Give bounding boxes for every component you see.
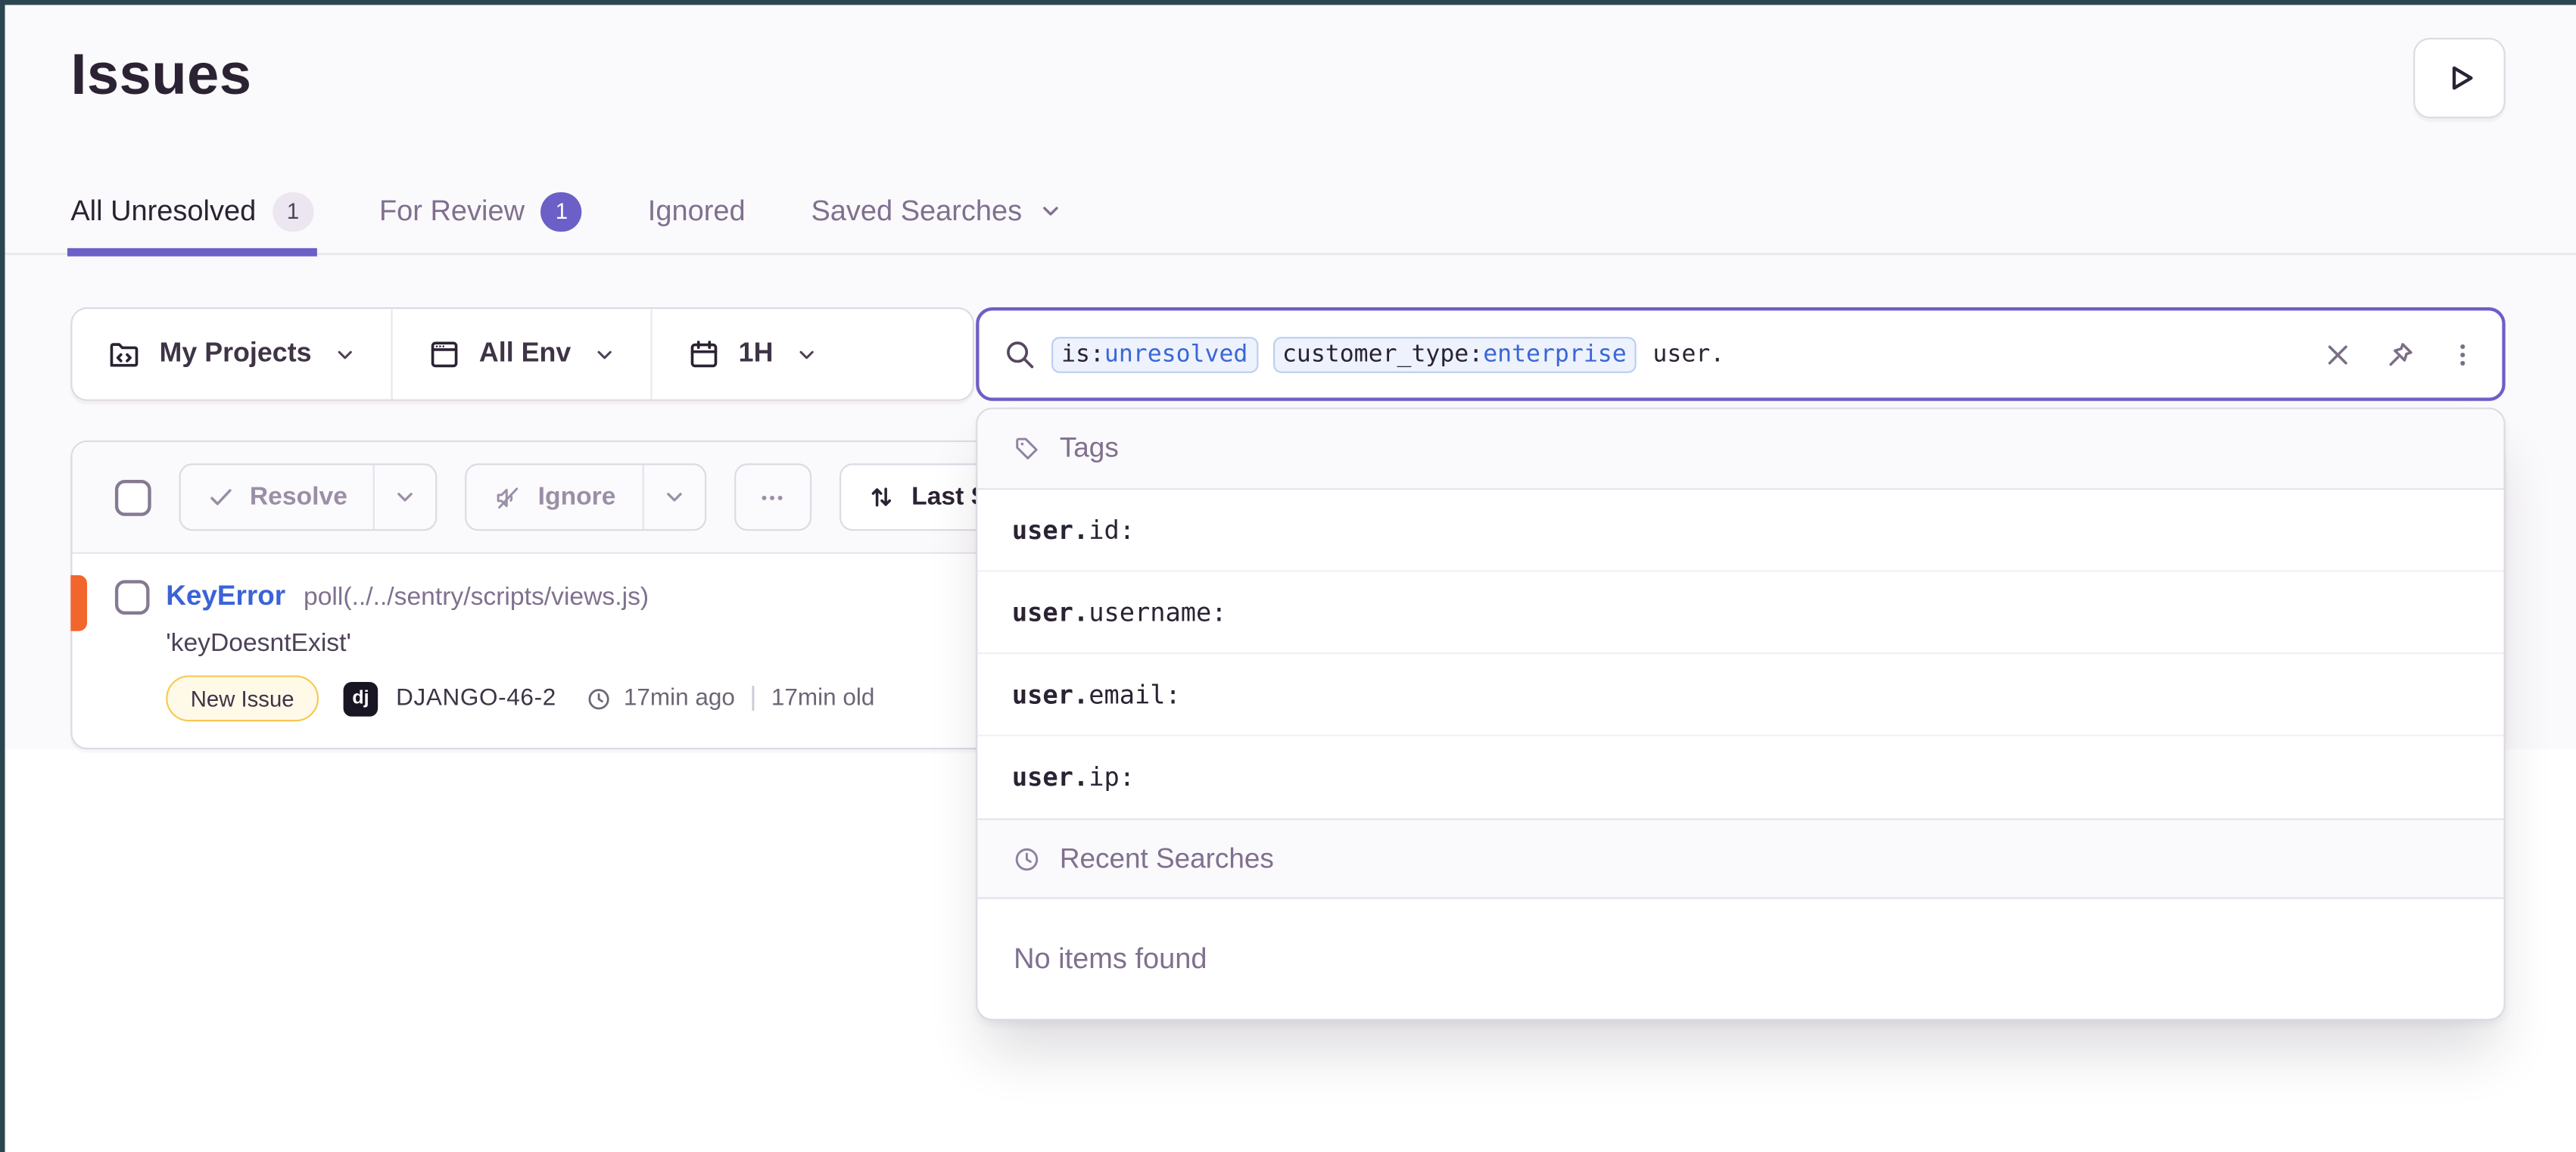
project-filter-dropdown[interactable]: My Projects <box>72 309 390 399</box>
issue-last-seen: 17min ago <box>624 685 735 711</box>
date-range-dropdown[interactable]: 1H <box>649 309 852 399</box>
ignore-button[interactable]: Ignore <box>467 465 642 529</box>
token-value: enterprise <box>1483 341 1626 368</box>
issue-level-error-bar <box>70 575 87 631</box>
suggestion-user-ip[interactable]: user.ip: <box>977 736 2503 819</box>
tab-count-badge: 1 <box>541 191 582 231</box>
play-icon <box>2442 61 2477 95</box>
time-separator: | <box>746 683 760 713</box>
projects-folder-icon <box>107 337 142 372</box>
chevron-down-icon <box>333 343 356 366</box>
token-key: is: <box>1061 341 1104 368</box>
issue-tabs: All Unresolved 1 For Review 1 Ignored Sa… <box>70 167 1063 254</box>
more-actions-button[interactable] <box>734 463 811 531</box>
calendar-icon <box>686 337 721 372</box>
search-actions <box>2323 338 2478 370</box>
issue-search-input[interactable]: is:unresolved customer_type:enterprise u… <box>976 307 2506 401</box>
suggestion-rest: username: <box>1089 597 1226 627</box>
frame-edge-top <box>0 0 2576 4</box>
page-filter-bar: My Projects All Env <box>70 307 974 401</box>
select-all-checkbox[interactable] <box>115 479 151 515</box>
suggestion-rest: id: <box>1089 515 1135 545</box>
suggestion-rest: email: <box>1089 680 1181 709</box>
suggestion-typed-part: user. <box>1012 515 1089 545</box>
clear-search-icon[interactable] <box>2323 339 2353 369</box>
suggestion-user-email[interactable]: user.email: <box>977 654 2503 736</box>
issues-page: Issues All Unresolved 1 For Review 1 Ign… <box>0 0 2576 1152</box>
clock-icon <box>584 684 612 712</box>
tab-all-unresolved[interactable]: All Unresolved 1 <box>70 167 313 254</box>
sort-arrows-icon <box>865 481 896 512</box>
issue-culprit: poll(../../sentry/scripts/views.js) <box>304 580 649 616</box>
environment-filter-dropdown[interactable]: All Env <box>391 309 650 399</box>
environment-filter-label: All Env <box>479 338 571 369</box>
resolve-button[interactable]: Resolve <box>181 465 374 529</box>
clock-icon <box>1012 844 1042 873</box>
issue-select-checkbox[interactable] <box>115 580 150 615</box>
tags-section-title: Tags <box>1060 432 1119 465</box>
page-title: Issues <box>70 42 251 108</box>
django-project-icon: dj <box>344 681 378 716</box>
mute-icon <box>494 482 523 512</box>
tag-icon <box>1012 434 1042 463</box>
search-icon <box>1004 338 1036 370</box>
recent-searches-header: Recent Searches <box>977 818 2503 898</box>
project-filter-label: My Projects <box>160 338 312 369</box>
issue-short-id: DJANGO-46-2 <box>396 685 556 711</box>
tab-count-badge: 1 <box>273 191 313 231</box>
search-suggestions-dropdown: Tags user.id: user.username: user.email:… <box>976 407 2506 1020</box>
issue-title-link[interactable]: KeyError <box>166 578 285 615</box>
suggestion-typed-part: user. <box>1012 597 1089 627</box>
token-value: unresolved <box>1104 341 1248 368</box>
replay-tour-button[interactable] <box>2413 38 2506 118</box>
suggestion-typed-part: user. <box>1012 762 1089 792</box>
search-token-is-unresolved[interactable]: is:unresolved <box>1051 336 1257 372</box>
ignore-button-group: Ignore <box>466 463 706 531</box>
ellipsis-icon <box>758 482 787 512</box>
suggestion-rest: ip: <box>1089 762 1135 792</box>
token-key: customer_type: <box>1282 341 1483 368</box>
window-icon <box>426 337 461 372</box>
tab-ignored[interactable]: Ignored <box>648 167 746 254</box>
search-typed-text: user. <box>1652 341 1724 368</box>
suggestion-user-id[interactable]: user.id: <box>977 490 2503 572</box>
recent-searches-title: Recent Searches <box>1060 842 1274 875</box>
new-issue-badge: New Issue <box>166 675 319 721</box>
suggestion-user-username[interactable]: user.username: <box>977 572 2503 655</box>
resolve-dropdown-caret[interactable] <box>374 465 436 529</box>
search-token-customer-type[interactable]: customer_type:enterprise <box>1272 336 1637 372</box>
tab-label: For Review <box>379 194 525 229</box>
tab-for-review[interactable]: For Review 1 <box>379 167 582 254</box>
tab-label: Ignored <box>648 194 746 229</box>
tab-label: Saved Searches <box>811 194 1022 229</box>
tab-label: All Unresolved <box>70 194 256 229</box>
recent-searches-empty: No items found <box>977 899 2503 1019</box>
check-icon <box>207 483 235 511</box>
chevron-down-icon <box>593 343 615 366</box>
frame-edge-left <box>0 0 4 1152</box>
ignore-dropdown-caret[interactable] <box>642 465 704 529</box>
tags-section-header: Tags <box>977 409 2503 490</box>
resolve-label: Resolve <box>250 482 347 512</box>
chevron-down-icon <box>1039 199 1064 224</box>
suggestion-typed-part: user. <box>1012 680 1089 709</box>
tab-saved-searches[interactable]: Saved Searches <box>811 167 1063 254</box>
date-range-label: 1H <box>739 338 774 369</box>
ignore-label: Ignore <box>538 482 616 512</box>
kebab-menu-icon[interactable] <box>2448 339 2478 369</box>
chevron-down-icon <box>795 343 818 366</box>
resolve-button-group: Resolve <box>179 463 438 531</box>
pin-search-icon[interactable] <box>2384 338 2416 370</box>
issue-times: 17min ago | 17min old <box>584 683 875 713</box>
issue-age: 17min old <box>771 685 874 711</box>
